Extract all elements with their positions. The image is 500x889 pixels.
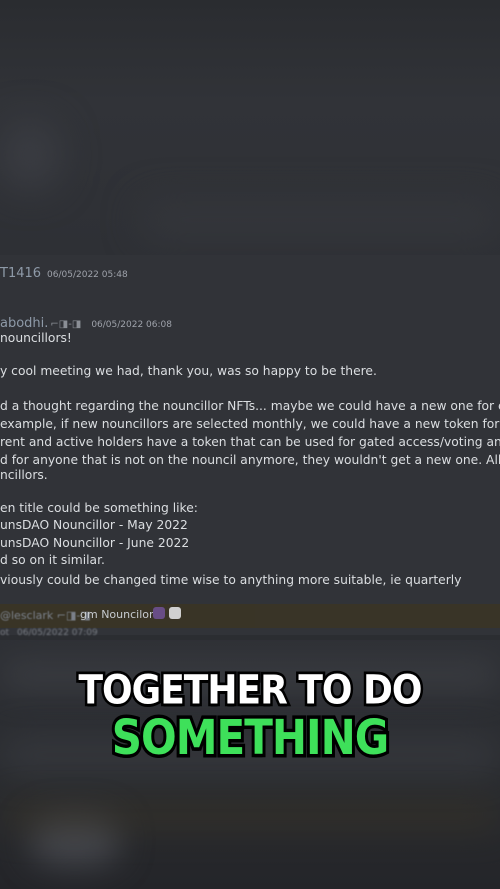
blurred-shape bbox=[140, 200, 500, 240]
timestamp: 06/05/2022 05:48 bbox=[47, 270, 128, 280]
reply-message-row[interactable]: @lesclark ⌐◨-◨ gm Nouncilors bbox=[0, 604, 500, 628]
message-line: d so on it similar. bbox=[0, 553, 105, 567]
message-line: nouncillors! bbox=[0, 331, 72, 345]
reply-text: gm Nouncilors bbox=[80, 608, 160, 621]
emoji-icon bbox=[153, 607, 165, 619]
message-line: unsDAO Nouncillor - June 2022 bbox=[0, 536, 190, 550]
caption-line-1: TOGETHER TO DO bbox=[76, 665, 425, 717]
message-line: unsDAO Nouncillor - May 2022 bbox=[0, 518, 188, 532]
message-line: rent and active holders have a token tha… bbox=[0, 435, 500, 449]
reply-username[interactable]: @lesclark ⌐◨-◨ bbox=[0, 609, 91, 622]
message-line: viously could be changed time wise to an… bbox=[0, 573, 462, 587]
timestamp: 06/05/2022 06:08 bbox=[91, 320, 172, 330]
blurred-shape bbox=[0, 120, 60, 190]
message-header: abodhi. ⌐◨-◨ 06/05/2022 06:08 bbox=[0, 312, 172, 331]
blurred-shape bbox=[0, 800, 500, 830]
emoji-icon bbox=[169, 607, 181, 619]
message-header: T1416 06/05/2022 05:48 bbox=[0, 262, 128, 281]
message-line: ncillors. bbox=[0, 468, 48, 482]
username[interactable]: abodhi. bbox=[0, 316, 48, 331]
message-line: en title could be something like: bbox=[0, 501, 198, 515]
username[interactable]: T1416 bbox=[0, 266, 41, 281]
message-line: d for anyone that is not on the nouncil … bbox=[0, 453, 500, 467]
message-line: example, if new nouncillors are selected… bbox=[0, 417, 500, 431]
message-line: y cool meeting we had, thank you, was so… bbox=[0, 364, 377, 378]
caption-line-2: SOMETHING bbox=[109, 706, 393, 769]
message-line: d a thought regarding the nouncillor NFT… bbox=[0, 399, 500, 413]
user-badges: ⌐◨-◨ bbox=[50, 319, 82, 330]
blurred-background-top bbox=[0, 0, 500, 255]
chat-messages: T1416 06/05/2022 05:48 abodhi. ⌐◨-◨ 06/05/2… bbox=[0, 255, 500, 635]
